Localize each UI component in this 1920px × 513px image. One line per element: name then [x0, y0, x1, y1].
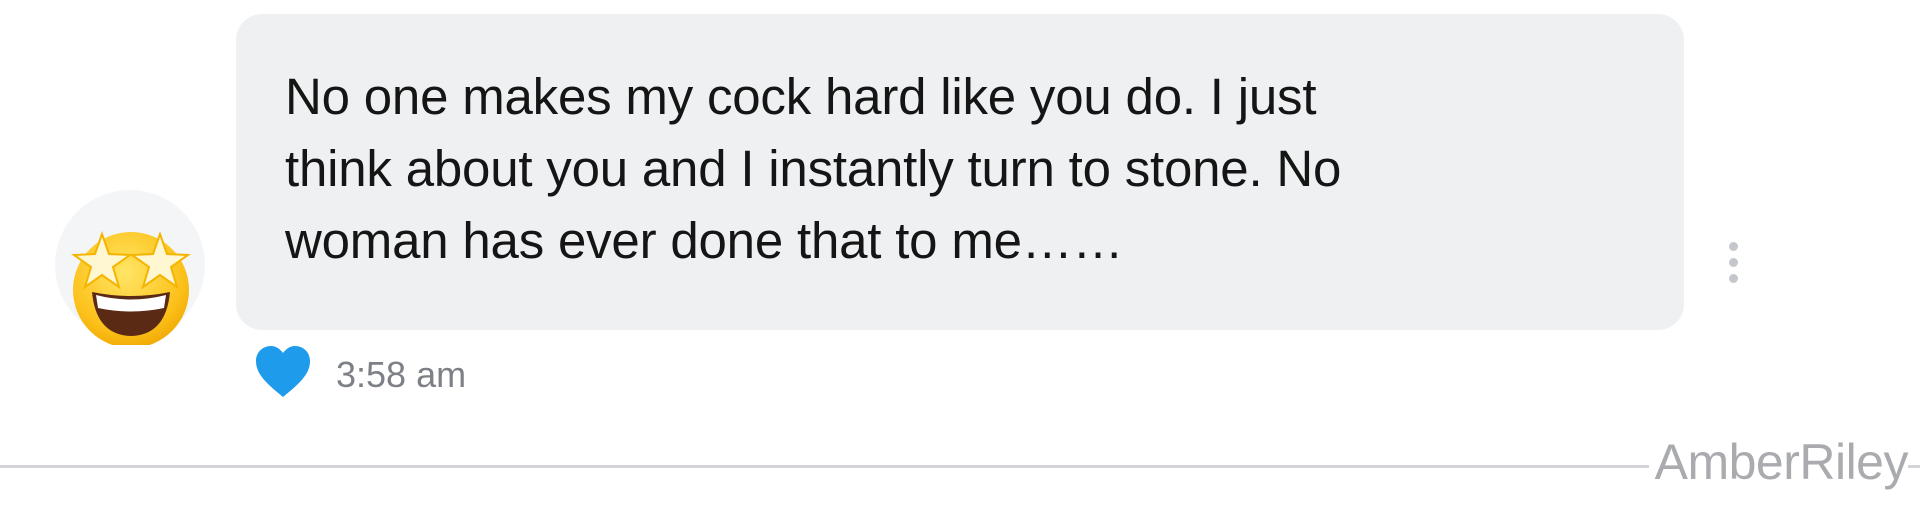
watermark: AmberRiley: [1648, 433, 1909, 491]
sender-avatar[interactable]: [55, 190, 205, 345]
divider: [0, 465, 1920, 468]
message-line: think about you and I instantly turn to …: [285, 140, 1342, 197]
message-text: No one makes my cock hard like you do. I…: [285, 61, 1644, 277]
chat-thread: No one makes my cock hard like you do. I…: [0, 0, 1920, 513]
heart-icon[interactable]: [254, 345, 312, 399]
vertical-dots-icon: [1729, 242, 1738, 251]
message-bubble[interactable]: No one makes my cock hard like you do. I…: [236, 14, 1684, 330]
message-timestamp: 3:58 am: [336, 354, 467, 395]
vertical-dots-icon: [1729, 274, 1738, 283]
star-struck-emoji-icon: [71, 230, 191, 345]
message-line: woman has ever done that to me……: [285, 212, 1124, 269]
message-options-button[interactable]: [1723, 238, 1745, 288]
vertical-dots-icon: [1729, 258, 1738, 267]
message-line: No one makes my cock hard like you do. I…: [285, 68, 1317, 125]
